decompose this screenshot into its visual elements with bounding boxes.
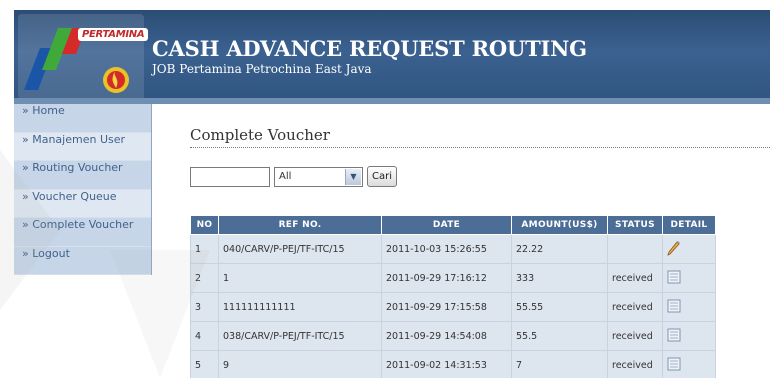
cell-no: 5	[190, 350, 219, 378]
cell-date: 2011-10-03 15:26:55	[381, 234, 512, 264]
document-icon[interactable]	[667, 299, 681, 316]
sidebar-item-routing-voucher[interactable]: » Routing Voucher	[14, 161, 151, 190]
column-header-amount: AMOUNT(US$)	[511, 215, 608, 235]
cell-status: received	[607, 292, 663, 322]
document-icon[interactable]	[667, 328, 681, 345]
cell-no: 3	[190, 292, 219, 322]
cell-no: 4	[190, 321, 219, 351]
cell-ref-no: 1	[218, 263, 382, 293]
cell-no: 1	[190, 234, 219, 264]
cell-amount: 55.55	[511, 292, 608, 322]
chevron-down-icon[interactable]: ▼	[345, 169, 361, 185]
cell-detail	[662, 263, 716, 293]
column-header-no: NO	[190, 215, 219, 235]
cell-ref-no: 040/CARV/P-PEJ/TF-ITC/15	[218, 234, 382, 264]
cell-ref-no: 9	[218, 350, 382, 378]
pertamina-logo: PERTAMINA	[18, 14, 149, 100]
cell-ref-no: 111111111111	[218, 292, 382, 322]
cell-amount: 7	[511, 350, 608, 378]
sidebar-item-manajemen-user[interactable]: » Manajemen User	[14, 132, 151, 161]
column-header-ref-no: REF NO.	[218, 215, 382, 235]
voucher-table: NO REF NO. DATE AMOUNT(US$) STATUS DETAI…	[190, 215, 716, 378]
table-header-row: NO REF NO. DATE AMOUNT(US$) STATUS DETAI…	[190, 215, 716, 235]
app-subtitle: JOB Pertamina Petrochina East Java	[152, 62, 372, 76]
cell-status: received	[607, 263, 663, 293]
filter-select[interactable]: All ▼	[274, 167, 363, 187]
page-title: Complete Voucher	[190, 126, 330, 144]
cell-detail	[662, 292, 716, 322]
document-icon[interactable]	[667, 357, 681, 374]
cell-amount: 333	[511, 263, 608, 293]
app-title: CASH ADVANCE REQUEST ROUTING	[152, 36, 587, 61]
logo-wordmark: PERTAMINA	[78, 28, 149, 41]
sidebar-item-home[interactable]: » Home	[14, 104, 151, 133]
table-row: 5 9 2011-09-02 14:31:53 7 received	[190, 350, 716, 378]
column-header-date: DATE	[381, 215, 512, 235]
cell-date: 2011-09-29 17:15:58	[381, 292, 512, 322]
cell-status: received	[607, 350, 663, 378]
cell-no: 2	[190, 263, 219, 293]
cell-status: received	[607, 321, 663, 351]
cell-detail	[662, 350, 716, 378]
cell-date: 2011-09-29 14:54:08	[381, 321, 512, 351]
sidebar-item-voucher-queue[interactable]: » Voucher Queue	[14, 189, 151, 218]
column-header-detail: DETAIL	[662, 215, 716, 235]
table-row: 1 040/CARV/P-PEJ/TF-ITC/15 2011-10-03 15…	[190, 234, 716, 264]
document-icon[interactable]	[667, 270, 681, 287]
pencil-icon[interactable]	[667, 240, 681, 259]
cell-amount: 55.5	[511, 321, 608, 351]
cell-amount: 22.22	[511, 234, 608, 264]
sidebar-item-logout[interactable]: » Logout	[14, 246, 151, 275]
table-row: 4 038/CARV/P-PEJ/TF-ITC/15 2011-09-29 14…	[190, 321, 716, 351]
cell-date: 2011-09-29 17:16:12	[381, 263, 512, 293]
pertamina-logo-icon	[18, 14, 144, 100]
app-header: PERTAMINA CASH ADVANCE REQUEST ROUTING J…	[14, 10, 770, 103]
title-divider	[190, 147, 770, 148]
cell-ref-no: 038/CARV/P-PEJ/TF-ITC/15	[218, 321, 382, 351]
search-input[interactable]	[190, 167, 270, 187]
cell-detail	[662, 234, 716, 264]
sidebar-menu: » Home » Manajemen User » Routing Vouche…	[14, 104, 152, 275]
sidebar-item-complete-voucher[interactable]: » Complete Voucher	[14, 218, 151, 247]
filter-select-value: All	[279, 171, 292, 182]
column-header-status: STATUS	[607, 215, 663, 235]
table-row: 3 111111111111 2011-09-29 17:15:58 55.55…	[190, 292, 716, 322]
cell-date: 2011-09-02 14:31:53	[381, 350, 512, 378]
search-button[interactable]: Cari	[367, 166, 397, 187]
cell-detail	[662, 321, 716, 351]
cell-status	[607, 234, 663, 264]
table-row: 2 1 2011-09-29 17:16:12 333 received	[190, 263, 716, 293]
